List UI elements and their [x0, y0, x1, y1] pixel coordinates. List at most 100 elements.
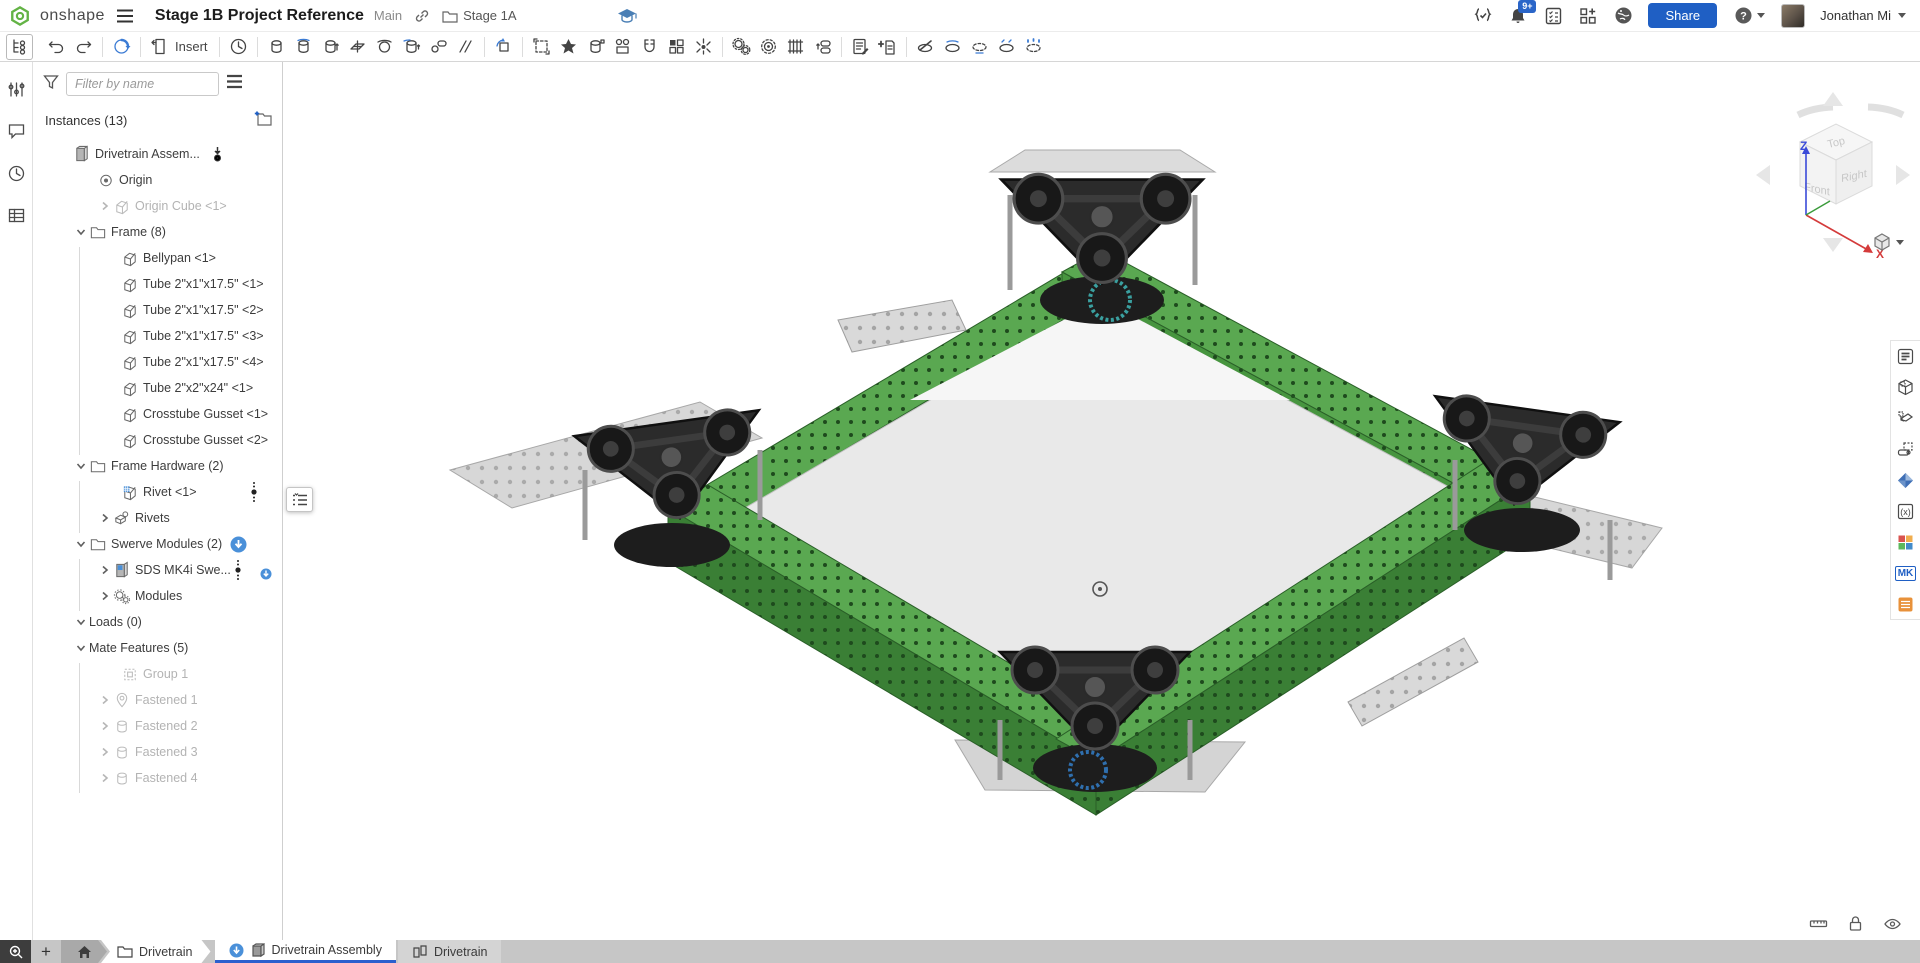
chevron-right-icon[interactable] — [97, 770, 113, 786]
tree-item-bellypan-1[interactable]: Bellypan <1> — [33, 245, 282, 271]
group-selection-icon[interactable] — [528, 34, 555, 60]
tree-flyout-button[interactable] — [286, 487, 313, 512]
share-button[interactable]: Share — [1648, 3, 1717, 28]
app-store-icon[interactable] — [1578, 6, 1598, 26]
cylindrical-mate-icon[interactable] — [398, 34, 425, 60]
ruler-icon[interactable] — [1808, 913, 1828, 933]
list-options-icon[interactable] — [226, 74, 243, 94]
tree-item-frame-hardware-2[interactable]: Frame Hardware (2) — [33, 453, 282, 479]
user-menu-caret-icon[interactable] — [1898, 13, 1906, 18]
linear-pattern-icon[interactable] — [663, 34, 690, 60]
tasks-icon[interactable] — [1543, 6, 1563, 26]
chevron-right-icon[interactable] — [97, 562, 113, 578]
chevron-right-icon[interactable] — [97, 718, 113, 734]
tree-item-origin-cube-1[interactable]: Origin Cube <1> — [33, 193, 282, 219]
assembly-tab-active[interactable]: Drivetrain Assembly — [215, 940, 396, 963]
rotate-view-icon[interactable] — [108, 34, 135, 60]
snap-mode-icon[interactable] — [636, 34, 663, 60]
tree-item-tube-2-x1-x17-5-2[interactable]: Tube 2"x1"x17.5" <2> — [33, 297, 282, 323]
redo-icon[interactable] — [70, 34, 97, 60]
search-tabs-button[interactable] — [0, 940, 31, 963]
featurescript-icon[interactable]: (x) — [1895, 500, 1917, 522]
revolute-mate-icon[interactable] — [290, 34, 317, 60]
tree-item-tube-2-x1-x17-5-4[interactable]: Tube 2"x1"x17.5" <4> — [33, 349, 282, 375]
tree-item-fastened-2[interactable]: Fastened 2 — [33, 713, 282, 739]
featurescript-notices-icon[interactable] — [1473, 6, 1493, 26]
show-instance-icon[interactable] — [966, 34, 993, 60]
hamburger-menu-icon[interactable] — [115, 6, 135, 26]
filter-funnel-icon[interactable] — [43, 74, 59, 95]
tree-item-fastened-1[interactable]: Fastened 1 — [33, 687, 282, 713]
tree-item-origin[interactable]: Origin — [33, 167, 282, 193]
tree-item-fastened-4[interactable]: Fastened 4 — [33, 765, 282, 791]
create-drawing-icon[interactable] — [874, 34, 901, 60]
gear-relation-icon[interactable] — [755, 34, 782, 60]
bom-icon[interactable] — [847, 34, 874, 60]
part-configuration-icon[interactable] — [1895, 407, 1917, 429]
tree-item-rivet-1[interactable]: Rivet <1> — [33, 479, 282, 505]
slider-mate-icon[interactable] — [317, 34, 344, 60]
chevron-down-icon[interactable] — [73, 224, 89, 240]
undo-icon[interactable] — [43, 34, 70, 60]
bom-table-icon[interactable] — [5, 204, 27, 226]
replicate-icon[interactable] — [609, 34, 636, 60]
folder-breadcrumb-tab[interactable]: Drivetrain — [101, 940, 211, 963]
bom-cube-icon[interactable] — [1895, 376, 1917, 398]
download-icon[interactable] — [230, 536, 247, 553]
tree-item-tube-2-x2-x24-1[interactable]: Tube 2"x2"x24" <1> — [33, 375, 282, 401]
instance-list-panel-icon[interactable] — [1895, 345, 1917, 367]
transform-icon[interactable] — [490, 34, 517, 60]
tree-item-swerve-modules-2[interactable]: Swerve Modules (2) — [33, 531, 282, 557]
breadcrumb[interactable]: Stage 1A — [442, 8, 517, 23]
mkcad-app-icon[interactable]: MK — [1895, 562, 1917, 584]
tree-item-group-1[interactable]: Group 1 — [33, 661, 282, 687]
tree-item-tube-2-x1-x17-5-3[interactable]: Tube 2"x1"x17.5" <3> — [33, 323, 282, 349]
configurations-icon[interactable] — [5, 78, 27, 100]
workspace-name[interactable]: Main — [374, 8, 402, 23]
pin-slot-mate-icon[interactable] — [425, 34, 452, 60]
named-views-icon[interactable] — [1020, 34, 1047, 60]
assembly-tree-icon[interactable] — [6, 34, 33, 60]
parallel-mate-icon[interactable] — [452, 34, 479, 60]
tree-item-rivets[interactable]: Rivets — [33, 505, 282, 531]
tree-item-tube-2-x1-x17-5-1[interactable]: Tube 2"x1"x17.5" <1> — [33, 271, 282, 297]
view-options-button[interactable] — [1872, 232, 1904, 252]
screw-relation-icon[interactable] — [809, 34, 836, 60]
tree-item-crosstube-gusset-1[interactable]: Crosstube Gusset <1> — [33, 401, 282, 427]
chevron-down-icon[interactable] — [73, 458, 89, 474]
notifications-bell-icon[interactable]: 9+ — [1508, 6, 1528, 26]
tree-item-drivetrain-assem[interactable]: Drivetrain Assem... — [33, 141, 282, 167]
explode-icon[interactable] — [690, 34, 717, 60]
new-tab-button[interactable]: + — [31, 940, 61, 963]
tree-item-mate-features-5[interactable]: Mate Features (5) — [33, 635, 282, 661]
mate-connector-icon[interactable] — [555, 34, 582, 60]
tree-item-modules[interactable]: Modules — [33, 583, 282, 609]
document-title[interactable]: Stage 1B Project Reference — [155, 7, 364, 25]
sketch-measure-icon[interactable] — [1895, 438, 1917, 460]
chevron-right-icon[interactable] — [97, 744, 113, 760]
history-clock-icon[interactable] — [225, 34, 252, 60]
tree-item-fastened-3[interactable]: Fastened 3 — [33, 739, 282, 765]
planar-mate-icon[interactable] — [344, 34, 371, 60]
tree-item-sds-mk4i-swe[interactable]: SDS MK4i Swe... — [33, 557, 282, 583]
insert-icon[interactable] — [146, 34, 173, 60]
insert-label[interactable]: Insert — [175, 39, 208, 54]
ball-mate-icon[interactable] — [371, 34, 398, 60]
sheet-app-icon[interactable] — [1895, 593, 1917, 615]
graphics-viewport[interactable] — [284, 62, 1920, 940]
filter-by-name-input[interactable] — [66, 72, 219, 96]
chevron-down-icon[interactable] — [73, 536, 89, 552]
onshape-logo-icon[interactable] — [10, 6, 30, 26]
partstudio-tab[interactable]: Drivetrain — [398, 940, 502, 963]
chevron-down-icon[interactable] — [73, 640, 89, 656]
link-icon[interactable] — [412, 6, 432, 26]
eye-icon[interactable] — [1882, 913, 1902, 933]
user-avatar[interactable] — [1781, 4, 1805, 28]
palette-app-icon[interactable] — [1895, 531, 1917, 553]
rack-relation-icon[interactable] — [782, 34, 809, 60]
padlock-icon[interactable] — [1845, 913, 1865, 933]
learning-center-icon[interactable] — [617, 6, 637, 26]
fastened-mate-icon[interactable] — [263, 34, 290, 60]
section-view-icon[interactable] — [912, 34, 939, 60]
tree-item-loads-0[interactable]: Loads (0) — [33, 609, 282, 635]
